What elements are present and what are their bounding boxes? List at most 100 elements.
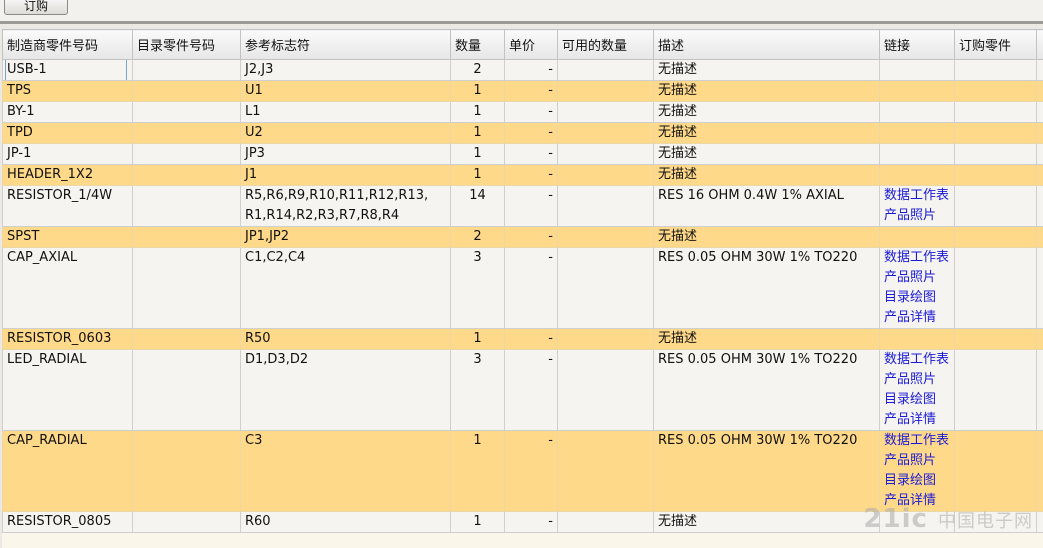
cell-quantity[interactable]: 3 (450, 349, 505, 431)
cell-order[interactable] (954, 59, 1037, 81)
product-link[interactable]: 数据工作表 (884, 432, 950, 452)
column-header-reference[interactable]: 参考标志符 (240, 29, 451, 60)
column-header-links[interactable]: 链接 (879, 29, 955, 60)
cell-mpn[interactable]: LED_RADIAL (2, 349, 133, 431)
cell-catalog[interactable] (132, 226, 241, 248)
cell-description[interactable]: 无描述 (653, 143, 880, 165)
cell-available[interactable] (557, 511, 654, 533)
cell-description[interactable]: RES 0.05 OHM 30W 1% TO220 (653, 349, 880, 431)
cell-unit-price[interactable]: - (504, 511, 558, 533)
product-link[interactable]: 目录绘图 (884, 390, 950, 410)
cell-available[interactable] (557, 122, 654, 144)
cell-unit-price[interactable]: - (504, 122, 558, 144)
cell-catalog[interactable] (132, 430, 241, 512)
cell-reference[interactable]: JP1,JP2 (240, 226, 451, 248)
cell-unit-price[interactable]: - (504, 143, 558, 165)
cell-available[interactable] (557, 226, 654, 248)
cell-quantity[interactable]: 1 (450, 80, 505, 102)
cell-mpn[interactable]: CAP_RADIAL (2, 430, 133, 512)
cell-description[interactable]: 无描述 (653, 164, 880, 186)
table-row[interactable]: JP-1 JP3 1 - 无描述 (2, 143, 1043, 165)
product-link[interactable]: 数据工作表 (884, 187, 950, 207)
cell-order[interactable] (954, 101, 1037, 123)
cell-description[interactable]: 无描述 (653, 511, 880, 533)
cell-mpn[interactable]: TPS (2, 80, 133, 102)
cell-order[interactable] (954, 430, 1037, 512)
cell-available[interactable] (557, 80, 654, 102)
table-row[interactable]: HEADER_1X2 J1 1 - 无描述 (2, 164, 1043, 186)
cell-order[interactable] (954, 122, 1037, 144)
cell-mpn[interactable]: JP-1 (2, 143, 133, 165)
cell-quantity[interactable]: 1 (450, 164, 505, 186)
cell-available[interactable] (557, 143, 654, 165)
cell-quantity[interactable]: 14 (450, 185, 505, 227)
column-header-order[interactable]: 订购零件 (954, 29, 1037, 60)
cell-quantity[interactable]: 1 (450, 328, 505, 350)
cell-catalog[interactable] (132, 143, 241, 165)
cell-catalog[interactable] (132, 185, 241, 227)
cell-order[interactable] (954, 80, 1037, 102)
cell-description[interactable]: RES 0.05 OHM 30W 1% TO220 (653, 430, 880, 512)
product-link[interactable]: 目录绘图 (884, 288, 950, 308)
cell-order[interactable] (954, 164, 1037, 186)
table-row[interactable]: BY-1 L1 1 - 无描述 (2, 101, 1043, 123)
cell-reference[interactable]: J1 (240, 164, 451, 186)
table-row[interactable]: USB-1 J2,J3 2 - 无描述 (2, 59, 1043, 81)
cell-catalog[interactable] (132, 122, 241, 144)
cell-order[interactable] (954, 247, 1037, 329)
cell-mpn[interactable]: TPD (2, 122, 133, 144)
table-row[interactable]: RESISTOR_0805 R60 1 - 无描述 (2, 511, 1043, 533)
cell-reference[interactable]: R5,R6,R9,R10,R11,R12,R13, R1,R14,R2,R3,R7… (240, 185, 451, 227)
cell-mpn[interactable]: SPST (2, 226, 133, 248)
product-link[interactable]: 产品照片 (884, 451, 950, 471)
cell-description[interactable]: RES 16 OHM 0.4W 1% AXIAL (653, 185, 880, 227)
product-link[interactable]: 目录绘图 (884, 471, 950, 491)
product-link[interactable]: 产品照片 (884, 370, 950, 390)
cell-reference[interactable]: U2 (240, 122, 451, 144)
cell-reference[interactable]: C3 (240, 430, 451, 512)
cell-catalog[interactable] (132, 164, 241, 186)
column-header-mpn[interactable]: 制造商零件号码 (2, 29, 133, 60)
cell-mpn[interactable]: BY-1 (2, 101, 133, 123)
cell-reference[interactable]: J2,J3 (240, 59, 451, 81)
cell-catalog[interactable] (132, 511, 241, 533)
cell-quantity[interactable]: 1 (450, 101, 505, 123)
cell-catalog[interactable] (132, 59, 241, 81)
cell-quantity[interactable]: 3 (450, 247, 505, 329)
cell-description[interactable]: 无描述 (653, 328, 880, 350)
table-row[interactable]: RESISTOR_0603 R50 1 - 无描述 (2, 328, 1043, 350)
cell-reference[interactable]: U1 (240, 80, 451, 102)
cell-catalog[interactable] (132, 349, 241, 431)
cell-order[interactable] (954, 226, 1037, 248)
cell-order[interactable] (954, 143, 1037, 165)
cell-order[interactable] (954, 349, 1037, 431)
column-header-unit-price[interactable]: 单价 (504, 29, 558, 60)
cell-mpn[interactable]: HEADER_1X2 (2, 164, 133, 186)
cell-mpn[interactable]: RESISTOR_0805 (2, 511, 133, 533)
cell-available[interactable] (557, 247, 654, 329)
cell-description[interactable]: 无描述 (653, 59, 880, 81)
product-link[interactable]: 数据工作表 (884, 249, 950, 269)
cell-catalog[interactable] (132, 101, 241, 123)
cell-unit-price[interactable]: - (504, 80, 558, 102)
cell-quantity[interactable]: 1 (450, 143, 505, 165)
cell-order[interactable] (954, 511, 1037, 533)
cell-reference[interactable]: R50 (240, 328, 451, 350)
cell-catalog[interactable] (132, 80, 241, 102)
cell-mpn[interactable]: RESISTOR_0603 (2, 328, 133, 350)
cell-unit-price[interactable]: - (504, 226, 558, 248)
table-row[interactable]: RESISTOR_1/4W R5,R6,R9,R10,R11,R12,R13, R1… (2, 185, 1043, 227)
order-button[interactable]: 订购 (4, 0, 68, 15)
column-header-available[interactable]: 可用的数量 (557, 29, 654, 60)
cell-description[interactable]: 无描述 (653, 122, 880, 144)
cell-unit-price[interactable]: - (504, 247, 558, 329)
cell-mpn[interactable]: USB-1 (2, 59, 133, 81)
cell-quantity[interactable]: 1 (450, 511, 505, 533)
cell-description[interactable]: 无描述 (653, 226, 880, 248)
column-header-catalog[interactable]: 目录零件号码 (132, 29, 241, 60)
cell-mpn[interactable]: CAP_AXIAL (2, 247, 133, 329)
cell-quantity[interactable]: 2 (450, 59, 505, 81)
cell-reference[interactable]: C1,C2,C4 (240, 247, 451, 329)
column-header-description[interactable]: 描述 (653, 29, 880, 60)
column-header-quantity[interactable]: 数量 (450, 29, 505, 60)
